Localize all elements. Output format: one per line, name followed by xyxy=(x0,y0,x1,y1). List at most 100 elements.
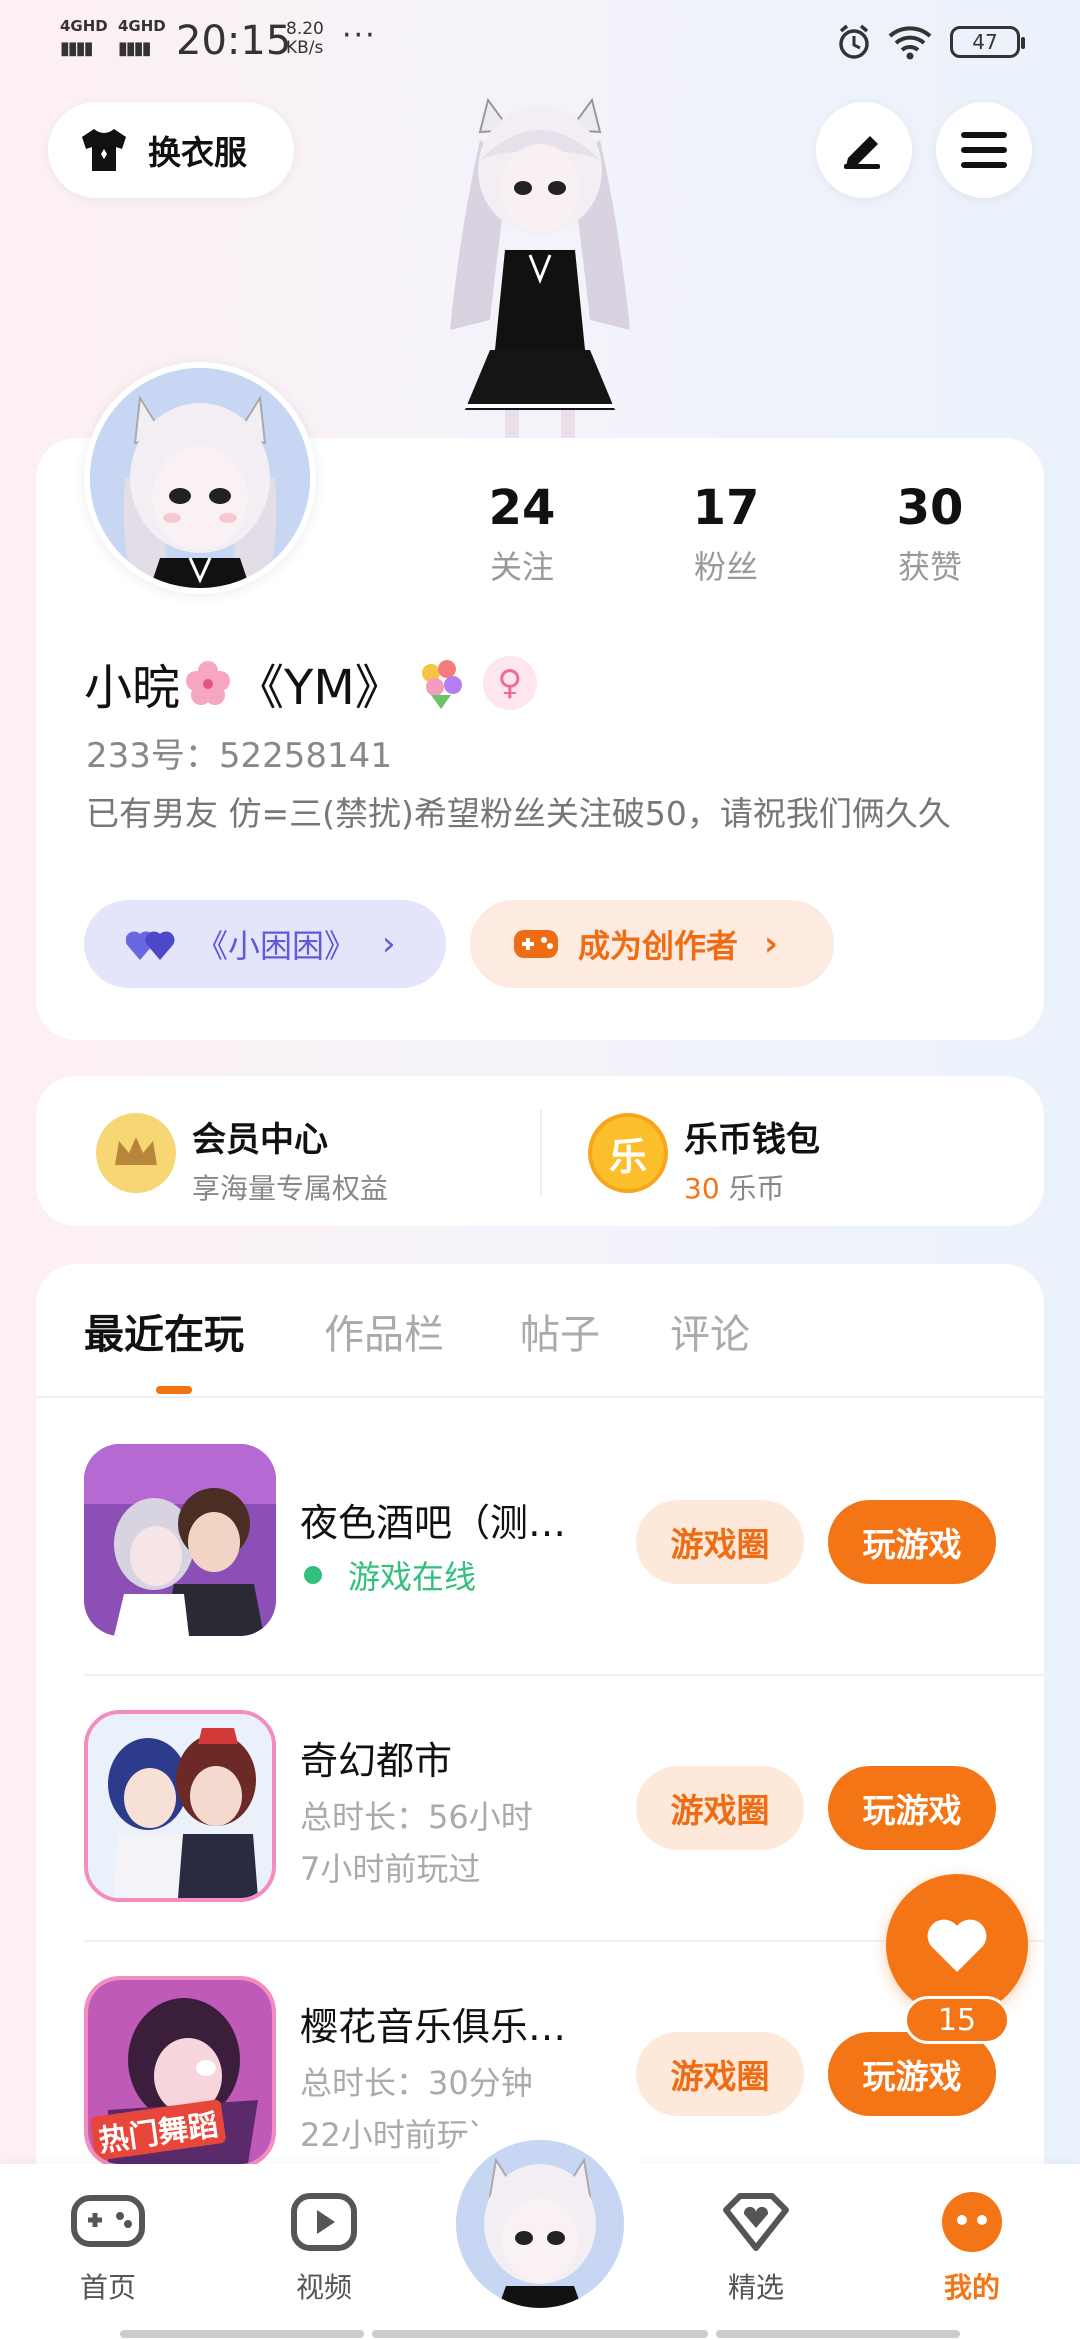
network-label-2: 4GHD xyxy=(118,17,166,35)
nav-mine-label: 我的 xyxy=(943,2271,1000,2304)
gesture-bar xyxy=(716,2330,960,2338)
like-count-badge: 15 xyxy=(904,1996,1010,2044)
alarm-icon xyxy=(834,22,874,71)
video-icon xyxy=(291,2193,357,2251)
online-status-label: 游戏在线 xyxy=(348,1558,477,1596)
net-speed: 8.20 KB/s xyxy=(286,19,324,58)
clock: 20:15 xyxy=(176,18,292,64)
bio-text: 已有男友 仿=三(禁扰)希望粉丝关注破50，请祝我们俩久久 xyxy=(86,794,951,833)
wallet-unit: 乐币 xyxy=(728,1172,785,1205)
status-bar: 4GHD ▮▮▮▮ 4GHD ▮▮▮▮ 20:15 8.20 KB/s ··· … xyxy=(0,0,1080,84)
user-id: 233号：52258141 xyxy=(86,736,392,776)
username: 小晥 《YM》 ♀ xyxy=(84,648,537,718)
gesture-bar xyxy=(372,2330,708,2338)
username-suffix: 《YM》 xyxy=(236,660,403,716)
heart-diamond-icon xyxy=(723,2193,789,2251)
game-thumbnail[interactable]: 热门舞蹈 xyxy=(84,1976,276,2168)
game-thumbnail[interactable] xyxy=(84,1710,276,1902)
menu-button[interactable] xyxy=(936,102,1032,198)
nav-featured-label: 精选 xyxy=(727,2271,784,2304)
nav-mine[interactable]: 我的 xyxy=(902,2190,1042,2306)
vip-center-subtitle: 享海量专属权益 xyxy=(192,1172,389,1205)
tab-comments[interactable]: 评论 xyxy=(670,1302,750,1360)
bouquet-icon xyxy=(421,660,462,709)
nav-video[interactable]: 视频 xyxy=(254,2190,394,2306)
nav-featured[interactable]: 精选 xyxy=(686,2190,826,2306)
crown-icon xyxy=(96,1113,176,1193)
game-title[interactable]: 樱花音乐俱乐… xyxy=(300,1996,610,2051)
likes-count: 30 xyxy=(896,480,964,536)
game-title[interactable]: 奇幻都市 xyxy=(300,1730,610,1785)
following-count: 24 xyxy=(488,480,556,536)
network-label-1: 4GHD xyxy=(60,17,108,35)
edit-profile-button[interactable] xyxy=(816,102,912,198)
game-circle-button[interactable]: 游戏圈 xyxy=(636,2032,804,2116)
nav-video-label: 视频 xyxy=(295,2271,352,2304)
stat-likes[interactable]: 30 获赞 xyxy=(850,480,1010,588)
change-outfit-button[interactable]: 换衣服 xyxy=(48,102,294,198)
play-game-button[interactable]: 玩游戏 xyxy=(828,1500,996,1584)
center-avatar-button[interactable] xyxy=(456,2140,624,2308)
game-title[interactable]: 夜色酒吧（测… xyxy=(300,1492,610,1547)
heart-icon xyxy=(927,1919,987,1972)
wifi-icon xyxy=(886,22,934,71)
online-dot-icon xyxy=(304,1566,322,1584)
change-outfit-label: 换衣服 xyxy=(148,133,247,172)
shirt-icon xyxy=(78,127,130,173)
wallet-balance: 30 乐币 xyxy=(684,1167,820,1207)
signal-icon: ▮▮▮▮ xyxy=(60,38,94,59)
chevron-right-icon: › xyxy=(382,924,396,964)
vip-center-title: 会员中心 xyxy=(192,1120,328,1160)
character-figure[interactable] xyxy=(420,80,660,440)
gamepad-icon xyxy=(71,2195,145,2247)
wallet-amount: 30 xyxy=(684,1172,720,1205)
become-creator-button[interactable]: 成为创作者 › xyxy=(470,900,834,988)
chevron-right-icon: › xyxy=(764,924,779,964)
become-creator-label: 成为创作者 xyxy=(578,927,739,965)
more-notifications-icon: ··· xyxy=(342,18,377,53)
like-float-button[interactable] xyxy=(886,1874,1028,2016)
play-game-button[interactable]: 玩游戏 xyxy=(828,2032,996,2116)
likes-label: 获赞 xyxy=(897,548,962,586)
lebi-coin-icon: 乐 xyxy=(588,1113,668,1193)
followers-label: 粉丝 xyxy=(693,548,758,586)
wallet-title: 乐币钱包 xyxy=(684,1120,820,1160)
signal-icon: ▮▮▮▮ xyxy=(118,38,152,59)
following-label: 关注 xyxy=(489,548,554,586)
gesture-bar xyxy=(120,2330,364,2338)
divider xyxy=(540,1110,542,1196)
game-circle-button[interactable]: 游戏圈 xyxy=(636,1500,804,1584)
tab-posts[interactable]: 帖子 xyxy=(520,1302,600,1360)
game-last-played: 7小时前玩过 xyxy=(300,1850,481,1888)
username-prefix: 小晥 xyxy=(84,660,181,716)
battery-indicator: 47 xyxy=(950,26,1025,58)
double-heart-icon xyxy=(126,931,175,960)
wallet-link[interactable]: 乐币钱包 30 乐币 xyxy=(684,1112,820,1207)
game-duration: 总时长：30分钟 xyxy=(300,2064,533,2102)
online-status: 游戏在线 xyxy=(300,1552,476,1598)
profile-icon xyxy=(942,2192,1002,2252)
gamepad-icon xyxy=(514,930,558,958)
game-circle-button[interactable]: 游戏圈 xyxy=(636,1766,804,1850)
cherry-blossom-icon xyxy=(186,661,231,705)
followers-count: 17 xyxy=(692,480,760,536)
play-game-button[interactable]: 玩游戏 xyxy=(828,1766,996,1850)
stat-following[interactable]: 24 关注 xyxy=(442,480,602,588)
nav-home[interactable]: 首页 xyxy=(38,2190,178,2306)
female-gender-icon: ♀ xyxy=(482,656,537,710)
avatar[interactable] xyxy=(84,362,316,594)
nav-home-label: 首页 xyxy=(79,2271,136,2304)
couple-link-button[interactable]: 《小困困》 › xyxy=(84,900,446,988)
active-tab-indicator xyxy=(156,1386,192,1394)
menu-icon xyxy=(961,132,1007,168)
pen-icon xyxy=(844,136,880,169)
stat-followers[interactable]: 17 粉丝 xyxy=(646,480,806,588)
couple-label: 《小困困》 xyxy=(196,927,357,965)
tab-recently-played[interactable]: 最近在玩 xyxy=(84,1302,244,1360)
divider xyxy=(84,1674,1044,1676)
vip-center-link[interactable]: 会员中心 享海量专属权益 xyxy=(192,1112,388,1207)
game-duration: 总时长：56小时 xyxy=(300,1798,533,1836)
divider xyxy=(36,1396,1044,1398)
tab-works[interactable]: 作品栏 xyxy=(324,1302,444,1360)
game-thumbnail[interactable] xyxy=(84,1444,276,1636)
